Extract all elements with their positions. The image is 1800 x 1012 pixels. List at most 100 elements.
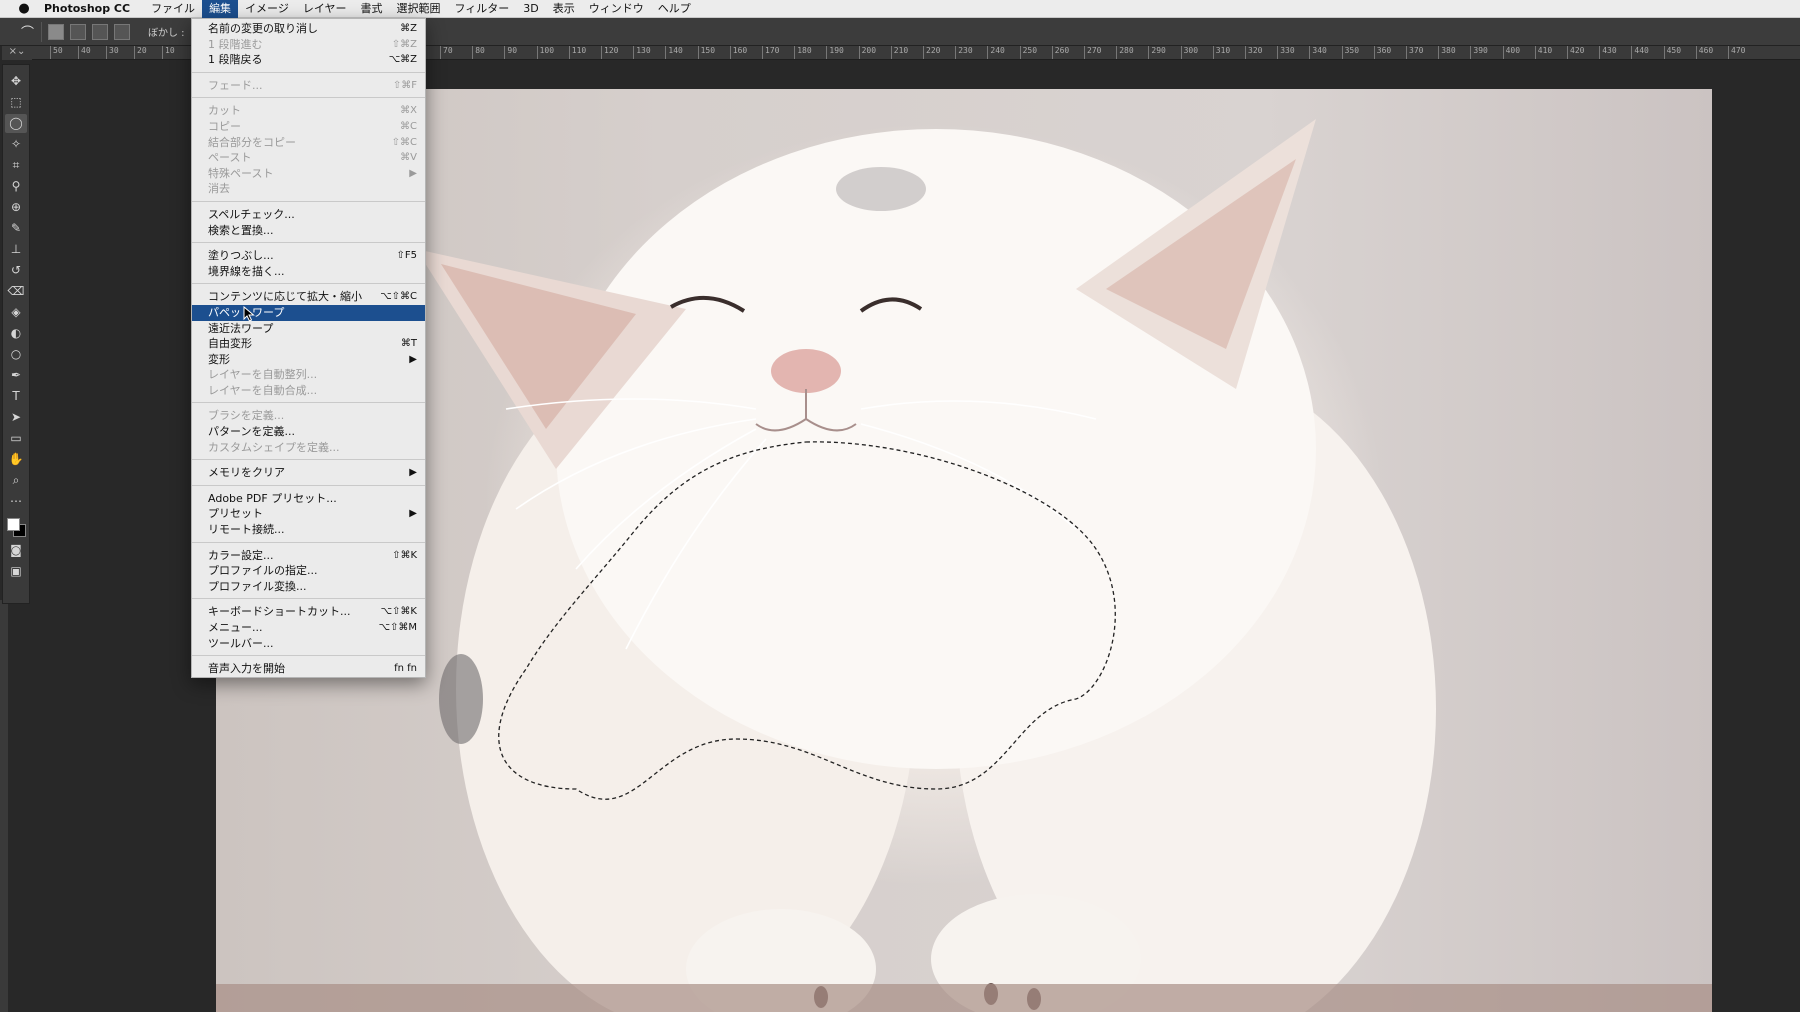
color-swatches[interactable] — [5, 516, 27, 540]
menu-item[interactable]: レイヤーを自動合成... — [192, 383, 425, 399]
ruler-tick: 300 — [1180, 46, 1198, 59]
menu-bar: ● Photoshop CC ファイル 編集 イメージ レイヤー 書式 選択範囲 フィルター… — [0, 0, 1800, 18]
menu-item[interactable]: 検索と置換... — [192, 223, 425, 239]
blur-icon[interactable]: ◐ — [5, 324, 27, 343]
history-brush-icon[interactable]: ↺ — [5, 261, 27, 280]
screen-mode-icon[interactable]: ▣ — [5, 562, 27, 581]
brush-icon[interactable]: ✎ — [5, 219, 27, 238]
path-select-icon[interactable]: ➤ — [5, 408, 27, 427]
menu-item[interactable]: 変形 ▶ — [192, 352, 425, 368]
app-name[interactable]: Photoshop CC — [44, 2, 130, 15]
menu-item-shortcut: ⌥⇧⌘K — [380, 606, 417, 618]
menu-item[interactable]: コピー ⌘C — [192, 119, 425, 135]
menu-item[interactable]: 結合部分をコピー ⇧⌘C — [192, 135, 425, 151]
menu-item[interactable]: コンテンツに応じて拡大・縮小 ⌥⇧⌘C — [192, 289, 425, 305]
cat-nose — [771, 349, 841, 393]
menu-item[interactable]: Adobe PDF プリセット... — [192, 491, 425, 507]
ruler-tick: 210 — [890, 46, 908, 59]
pen-icon[interactable]: ✒ — [5, 366, 27, 385]
menu-item[interactable]: スペルチェック... — [192, 207, 425, 223]
hand-icon[interactable]: ✋ — [5, 450, 27, 469]
eyedropper-icon[interactable]: ⚲ — [5, 177, 27, 196]
menu-item[interactable]: 1 段階戻る ⌥⌘Z — [192, 52, 425, 68]
marquee-icon[interactable]: ⬚ — [5, 93, 27, 112]
type-icon[interactable]: T — [5, 387, 27, 406]
menu-item[interactable]: プロファイル変換... — [192, 579, 425, 595]
menu-item-label: 消去 — [208, 182, 230, 196]
menu-item[interactable]: カラー設定... ⇧⌘K — [192, 548, 425, 564]
menu-4[interactable]: 書式 — [354, 0, 390, 18]
menu-item[interactable]: 自由変形 ⌘T — [192, 336, 425, 352]
menu-item[interactable]: リモート接続... — [192, 522, 425, 538]
menu-8[interactable]: 表示 — [546, 0, 582, 18]
menu-item[interactable]: 塗りつぶし... ⇧F5 — [192, 248, 425, 264]
dodge-icon[interactable]: ○ — [5, 345, 27, 364]
menu-item[interactable]: メニュー... ⌥⇧⌘M — [192, 620, 425, 636]
menu-item[interactable]: 消去 — [192, 181, 425, 197]
zoom-icon[interactable]: ⌕ — [5, 471, 27, 490]
menu-item[interactable]: プロファイルの指定... — [192, 563, 425, 579]
menu-item[interactable]: プリセット ▶ — [192, 506, 425, 522]
move-icon[interactable]: ✥ — [5, 72, 27, 91]
quick-mask-icon[interactable]: ◙ — [5, 541, 27, 560]
menu-item[interactable]: フェード... ⇧⌘F — [192, 78, 425, 94]
eraser-icon[interactable]: ⌫ — [5, 282, 27, 301]
new-selection-button[interactable] — [48, 23, 64, 40]
foreground-color-swatch[interactable] — [7, 518, 20, 531]
menu-item[interactable]: 遠近法ワープ — [192, 321, 425, 337]
stamp-icon[interactable]: ⊥ — [5, 240, 27, 259]
cat-photo[interactable] — [216, 89, 1712, 1012]
menu-item[interactable]: 特殊ペースト ▶ — [192, 166, 425, 182]
magic-wand-icon[interactable]: ✧ — [5, 135, 27, 154]
lasso-preset-picker[interactable]: ⌒ — [14, 21, 42, 42]
menu-item-shortcut: ⌘Z — [400, 23, 417, 34]
intersect-selection-button[interactable] — [114, 23, 130, 40]
menu-7[interactable]: 3D — [516, 0, 545, 18]
more-icon[interactable]: ⋯ — [5, 492, 27, 511]
menu-separator — [192, 655, 425, 657]
submenu-arrow-icon: ▶ — [409, 353, 417, 365]
menu-item[interactable]: ペースト ⌘V — [192, 150, 425, 166]
apple-icon[interactable]: ● — [14, 1, 34, 16]
bucket-icon[interactable]: ◈ — [5, 303, 27, 322]
menu-item[interactable]: カット ⌘X — [192, 103, 425, 119]
add-selection-button[interactable] — [70, 23, 86, 40]
menu-item-shortcut: ⇧⌘C — [391, 136, 417, 148]
menu-item[interactable]: 音声入力を開始 fn fn — [192, 661, 425, 677]
menu-6[interactable]: フィルター — [448, 0, 517, 18]
subtract-selection-button[interactable] — [92, 23, 108, 40]
menu-item-label: 1 段階戻る — [208, 53, 263, 67]
rectangle-icon[interactable]: ▭ — [5, 429, 27, 448]
ruler-tick: 280 — [1116, 46, 1134, 59]
ruler-tick: 140 — [665, 46, 683, 59]
menu-item[interactable]: パペットワープ — [192, 304, 425, 321]
healing-icon[interactable]: ⊕ — [5, 198, 27, 217]
menu-item-label: メモリをクリア — [208, 466, 285, 480]
menu-item[interactable]: メモリをクリア ▶ — [192, 465, 425, 481]
panel-collapse-icon[interactable]: ×⌄ — [2, 46, 32, 60]
menu-9[interactable]: ウィンドウ — [582, 0, 651, 18]
lasso-icon[interactable]: ◯ — [5, 114, 27, 133]
menu-3[interactable]: レイヤー — [296, 0, 354, 18]
menu-item[interactable]: レイヤーを自動整列... — [192, 367, 425, 383]
crop-icon[interactable]: ⌗ — [5, 156, 27, 175]
menu-item[interactable]: ツールバー... — [192, 636, 425, 652]
menu-item[interactable]: 境界線を描く... — [192, 264, 425, 280]
menu-2[interactable]: イメージ — [238, 0, 296, 18]
menu-item[interactable]: キーボードショートカット... ⌥⇧⌘K — [192, 604, 425, 620]
menu-10[interactable]: ヘルプ — [651, 0, 698, 18]
ruler-tick: 330 — [1277, 46, 1295, 59]
ruler-tick: 230 — [955, 46, 973, 59]
menu-1[interactable]: 編集 — [202, 0, 239, 18]
menu-5[interactable]: 選択範囲 — [390, 0, 448, 18]
menu-item[interactable]: カスタムシェイプを定義... — [192, 440, 425, 456]
feather-label: ぼかし : — [148, 28, 185, 39]
menu-item[interactable]: 1 段階進む ⇧⌘Z — [192, 37, 425, 53]
menu-item[interactable]: ブラシを定義... — [192, 408, 425, 424]
menu-item[interactable]: パターンを定義... — [192, 424, 425, 440]
menu-item[interactable]: 名前の変更の取り消し ⌘Z — [192, 21, 425, 37]
menu-item-shortcut: ⇧⌘Z — [391, 38, 417, 50]
ruler-tick: 110 — [568, 46, 586, 59]
ruler-tick: 190 — [826, 46, 844, 59]
menu-0[interactable]: ファイル — [144, 0, 202, 18]
